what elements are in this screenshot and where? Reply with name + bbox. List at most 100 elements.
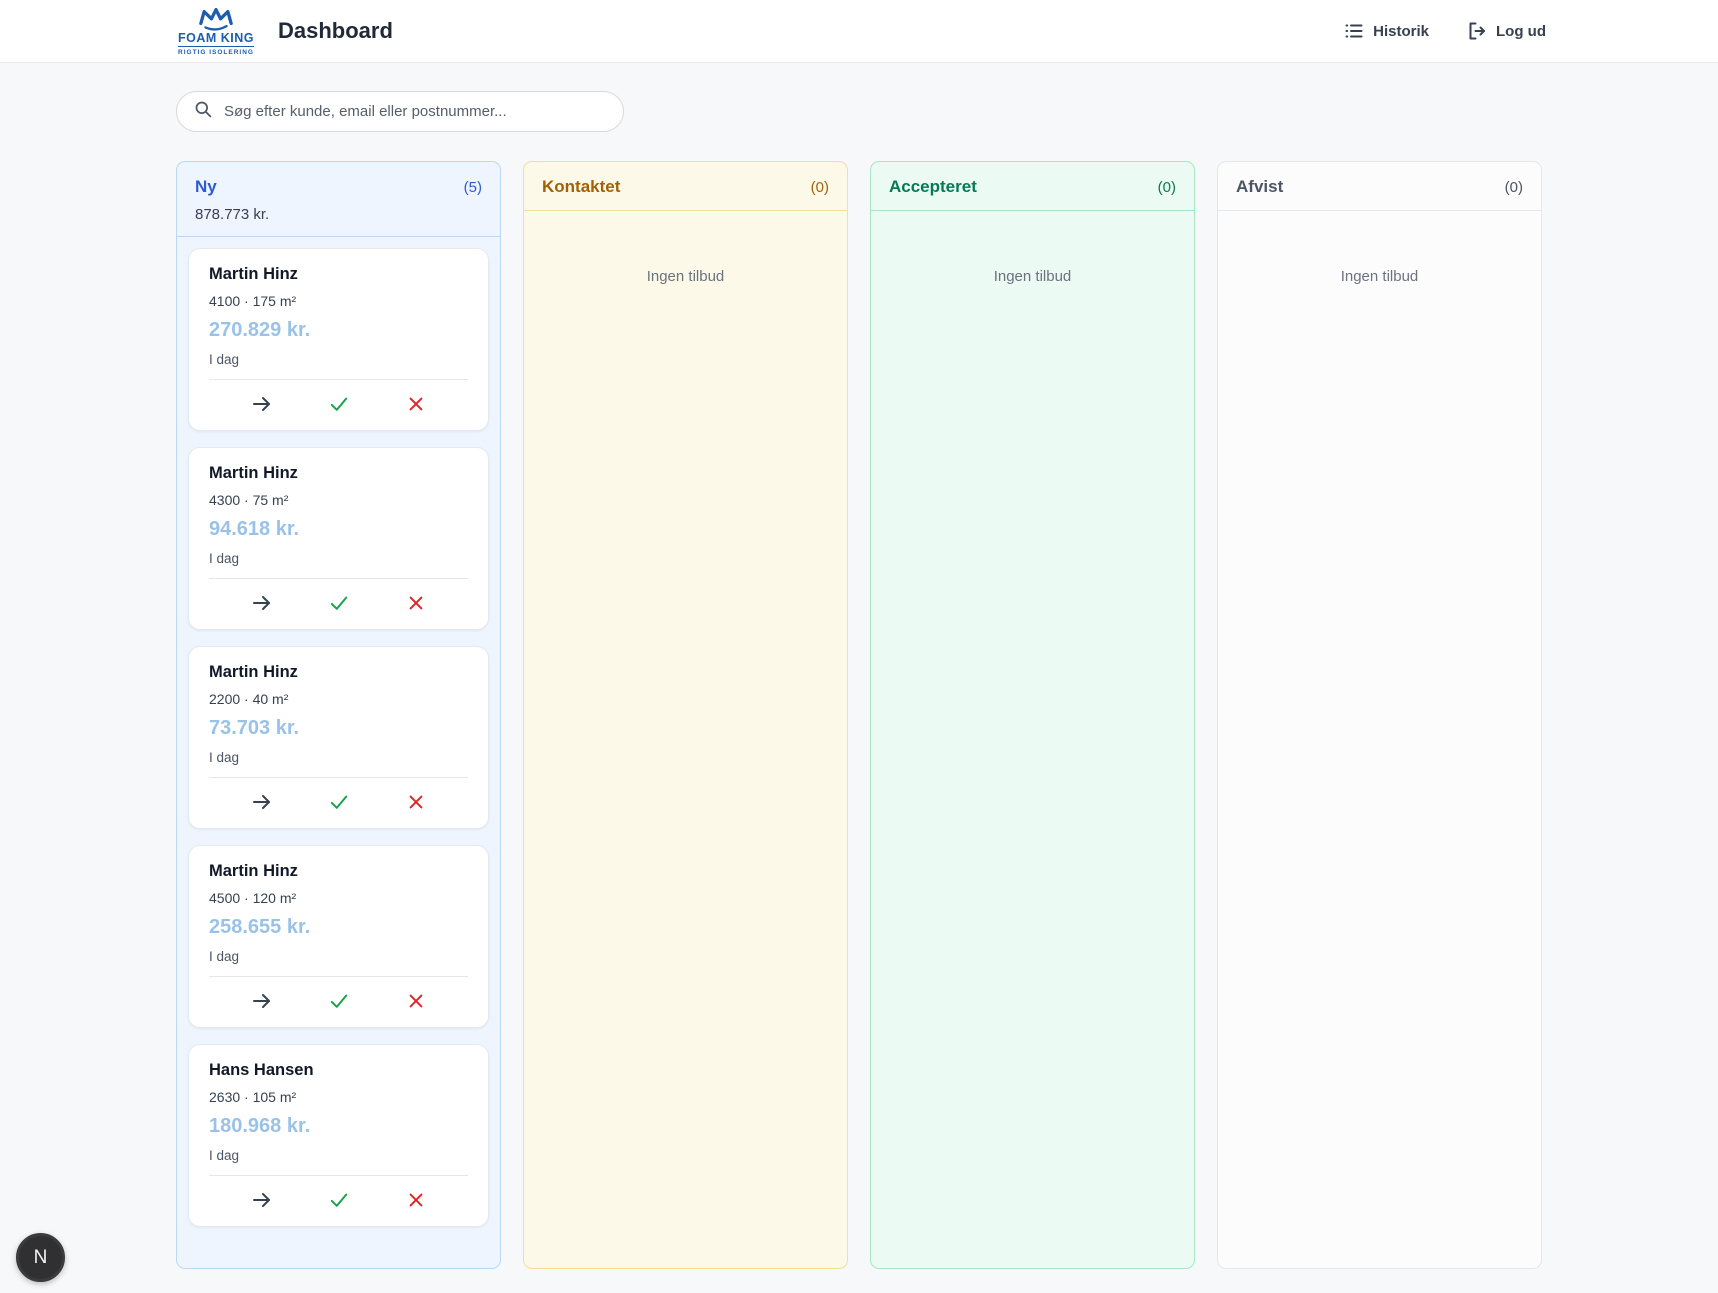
arrow-right-icon — [250, 593, 274, 613]
advance-button[interactable] — [239, 1181, 285, 1219]
kanban-board: Ny (5) 878.773 kr. Martin Hinz 4100 · 175 m²… — [176, 161, 1542, 1269]
historik-label: Historik — [1373, 23, 1429, 40]
app-header: FOAM KING RIGTIG ISOLERING Dashboard His… — [0, 0, 1718, 63]
column-title: Accepteret — [889, 177, 977, 197]
logo-tagline: RIGTIG ISOLERING — [178, 46, 254, 56]
offer-price: 180.968 kr. — [209, 1115, 468, 1138]
reject-button[interactable] — [393, 1181, 439, 1219]
historik-button[interactable]: Historik — [1344, 21, 1429, 41]
offer-card[interactable]: Martin Hinz 4100 · 175 m² 270.829 kr. I dag — [188, 248, 489, 431]
column-header: Accepteret (0) — [871, 162, 1194, 211]
logout-button[interactable]: Log ud — [1467, 21, 1546, 41]
column-header: Afvist(0) — [1218, 162, 1541, 211]
offer-name: Martin Hinz — [209, 663, 468, 682]
search-bar[interactable] — [176, 91, 624, 132]
offer-postal-area: 2630 · 105 m² — [209, 1089, 468, 1105]
offer-postal-area: 4500 · 120 m² — [209, 890, 468, 906]
card-action-row — [209, 977, 468, 1022]
column-title: Kontaktet — [542, 177, 620, 197]
reject-button[interactable] — [393, 982, 439, 1020]
card-action-row — [209, 579, 468, 624]
advance-button[interactable] — [239, 982, 285, 1020]
arrow-right-icon — [250, 991, 274, 1011]
x-icon — [407, 1191, 425, 1209]
advance-button[interactable] — [239, 385, 285, 423]
arrow-right-icon — [250, 1190, 274, 1210]
card-action-row — [209, 380, 468, 425]
reject-button[interactable] — [393, 783, 439, 821]
offer-name: Martin Hinz — [209, 464, 468, 483]
offer-postal-area: 4300 · 75 m² — [209, 492, 468, 508]
column-title-row: Kontaktet (0) — [542, 177, 829, 197]
offer-card[interactable]: Martin Hinz 4500 · 120 m² 258.655 kr. I dag — [188, 845, 489, 1028]
logo-text: FOAM KING — [178, 32, 254, 45]
arrow-right-icon — [250, 394, 274, 414]
accept-button[interactable] — [316, 783, 362, 821]
column-count: (0) — [811, 179, 829, 196]
offer-name: Martin Hinz — [209, 265, 468, 284]
offer-date: I dag — [209, 1148, 468, 1163]
x-icon — [407, 395, 425, 413]
column-sum-total: 878.773 kr. — [195, 206, 482, 223]
column-accepteret: Accepteret (0) Ingen tilbud — [870, 161, 1195, 1269]
column-title-row: Ny (5) — [195, 177, 482, 197]
page-title: Dashboard — [278, 18, 393, 44]
offer-card[interactable]: Hans Hansen2630 · 105 m²180.968 kr.I dag — [188, 1044, 489, 1227]
column-kontaktet: Kontaktet (0) Ingen tilbud — [523, 161, 848, 1269]
check-icon — [328, 395, 350, 413]
column-body: Ingen tilbud — [1218, 211, 1541, 296]
accept-button[interactable] — [316, 1181, 362, 1219]
offer-date: I dag — [209, 551, 468, 566]
column-title-row: Accepteret (0) — [889, 177, 1176, 197]
reject-button[interactable] — [393, 385, 439, 423]
foam-king-logo: FOAM KING RIGTIG ISOLERING — [172, 7, 260, 56]
list-icon — [1344, 21, 1364, 41]
column-header: Kontaktet (0) — [524, 162, 847, 211]
column-body: Ingen tilbud — [524, 211, 847, 296]
column-count: (5) — [464, 179, 482, 196]
x-icon — [407, 793, 425, 811]
offer-card[interactable]: Martin Hinz 2200 · 40 m² 73.703 kr. I dag — [188, 646, 489, 829]
floating-badge[interactable]: N — [16, 1233, 65, 1282]
offer-date: I dag — [209, 352, 468, 367]
offer-name: Martin Hinz — [209, 862, 468, 881]
empty-column-text: Ingen tilbud — [535, 222, 836, 285]
column-count: (0) — [1158, 179, 1176, 196]
x-icon — [407, 594, 425, 612]
empty-column-text: Ingen tilbud — [882, 222, 1183, 285]
advance-button[interactable] — [239, 584, 285, 622]
check-icon — [328, 594, 350, 612]
check-icon — [328, 992, 350, 1010]
card-action-row — [209, 1176, 468, 1221]
column-body: Martin Hinz 4100 · 175 m² 270.829 kr. I dag… — [177, 237, 500, 1254]
empty-column-text: Ingen tilbud — [1229, 222, 1530, 285]
floating-badge-label: N — [34, 1247, 48, 1269]
check-icon — [328, 793, 350, 811]
offer-postal-area: 4100 · 175 m² — [209, 293, 468, 309]
card-action-row — [209, 778, 468, 823]
column-ny: Ny (5) 878.773 kr. Martin Hinz 4100 · 175 m²… — [176, 161, 501, 1269]
offer-price: 73.703 kr. — [209, 717, 468, 740]
logout-label: Log ud — [1496, 23, 1546, 40]
accept-button[interactable] — [316, 982, 362, 1020]
search-icon — [194, 100, 213, 124]
offer-date: I dag — [209, 949, 468, 964]
accept-button[interactable] — [316, 385, 362, 423]
accept-button[interactable] — [316, 584, 362, 622]
crown-icon — [191, 7, 241, 32]
column-title: Ny — [195, 177, 217, 197]
column-title-row: Afvist(0) — [1236, 177, 1523, 197]
arrow-right-icon — [250, 792, 274, 812]
offer-postal-area: 2200 · 40 m² — [209, 691, 468, 707]
offer-price: 270.829 kr. — [209, 319, 468, 342]
offer-date: I dag — [209, 750, 468, 765]
check-icon — [328, 1191, 350, 1209]
search-input[interactable] — [224, 103, 606, 120]
offer-price: 94.618 kr. — [209, 518, 468, 541]
offer-price: 258.655 kr. — [209, 916, 468, 939]
advance-button[interactable] — [239, 783, 285, 821]
column-afvist: Afvist(0) Ingen tilbud — [1217, 161, 1542, 1269]
offer-card[interactable]: Martin Hinz 4300 · 75 m² 94.618 kr. I dag — [188, 447, 489, 630]
reject-button[interactable] — [393, 584, 439, 622]
column-title: Afvist — [1236, 177, 1283, 197]
